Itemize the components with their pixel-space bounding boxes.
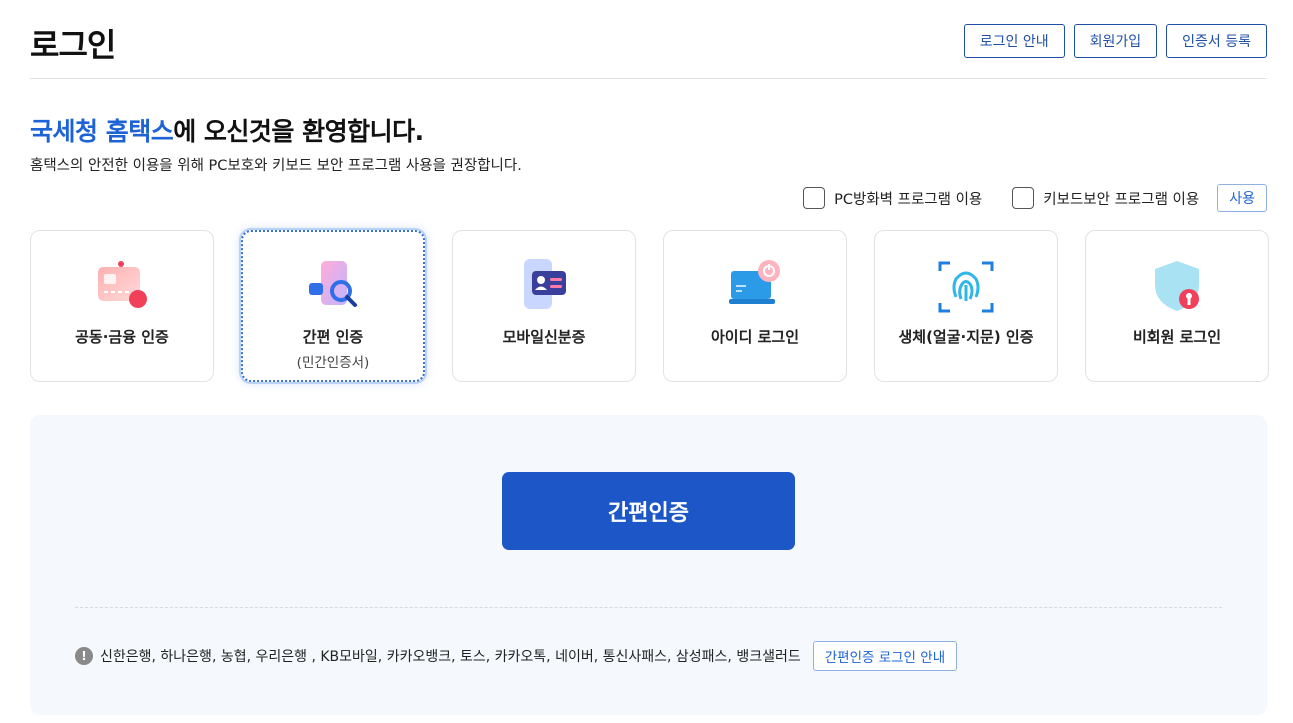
card-sublabel: (민간인증서)	[296, 355, 370, 371]
keyboard-option[interactable]: 키보드보안 프로그램 이용	[1012, 187, 1199, 209]
card-non-member[interactable]: 비회원 로그인	[1085, 230, 1269, 382]
page-title: 로그인	[30, 26, 116, 64]
card-label: 간편 인증	[302, 328, 364, 346]
signup-button[interactable]: 회원가입	[1073, 24, 1158, 58]
welcome-highlight: 국세청 홈택스	[30, 117, 174, 146]
card-label: 모바일신분증	[502, 328, 586, 346]
firewall-option[interactable]: PC방화벽 프로그램 이용	[803, 187, 982, 209]
simple-auth-button[interactable]: 간편인증	[502, 472, 795, 550]
keyboard-checkbox[interactable]	[1012, 187, 1035, 209]
notice-text: 신한은행, 하나은행, 농협, 우리은행 , KB모바일, 카카오뱅크, 토스,…	[100, 649, 801, 665]
welcome-rest: 에 오신것을 환영합니다.	[173, 117, 424, 146]
simple-auth-guide-button[interactable]: 간편인증 로그인 안내	[812, 641, 958, 671]
card-label: 공동·금융 인증	[75, 328, 169, 346]
login-guide-button[interactable]: 로그인 안내	[963, 24, 1065, 58]
login-panel: 간편인증 ! 신한은행, 하나은행, 농협, 우리은행 , KB모바일, 카카오…	[30, 415, 1267, 715]
card-label: 생체(얼굴·지문) 인증	[898, 328, 1034, 346]
header-actions: 로그인 안내 회원가입 인증서 등록	[963, 24, 1267, 58]
certificate-card-icon	[98, 261, 147, 308]
header-divider	[30, 78, 1267, 79]
welcome-heading: 국세청 홈택스에 오신것을 환영합니다.	[30, 112, 424, 148]
phone-search-icon	[309, 261, 357, 307]
firewall-label: PC방화벽 프로그램 이용	[834, 191, 983, 208]
card-simple-auth[interactable]: 간편 인증 (민간인증서)	[241, 230, 425, 382]
firewall-checkbox[interactable]	[803, 187, 826, 209]
panel-divider	[75, 607, 1222, 608]
info-icon: !	[75, 647, 93, 665]
card-label: 아이디 로그인	[710, 328, 800, 346]
shield-user-icon	[1155, 261, 1199, 311]
card-id-login[interactable]: 아이디 로그인	[663, 230, 847, 382]
fingerprint-icon	[938, 261, 994, 313]
card-joint-certificate[interactable]: 공동·금융 인증	[30, 230, 214, 382]
welcome-subtitle: 홈택스의 안전한 이용을 위해 PC보호와 키보드 보안 프로그램 사용을 권장…	[30, 158, 522, 174]
use-button[interactable]: 사용	[1217, 184, 1267, 212]
card-biometric[interactable]: 생체(얼굴·지문) 인증	[874, 230, 1058, 382]
card-mobile-id[interactable]: 모바일신분증	[452, 230, 636, 382]
security-options: PC방화벽 프로그램 이용 키보드보안 프로그램 이용 사용	[803, 184, 1267, 212]
keyboard-label: 키보드보안 프로그램 이용	[1043, 191, 1200, 208]
login-method-cards: 공동·금융 인증 간편 인증 (민간인증서) 모바일신분증 아이디 로그인 생체…	[30, 230, 1269, 382]
card-label: 비회원 로그인	[1132, 328, 1222, 346]
certificate-register-button[interactable]: 인증서 등록	[1166, 24, 1267, 58]
laptop-power-icon	[729, 260, 780, 304]
supported-providers-notice: ! 신한은행, 하나은행, 농협, 우리은행 , KB모바일, 카카오뱅크, 토…	[75, 641, 958, 671]
mobile-id-icon	[524, 259, 566, 309]
